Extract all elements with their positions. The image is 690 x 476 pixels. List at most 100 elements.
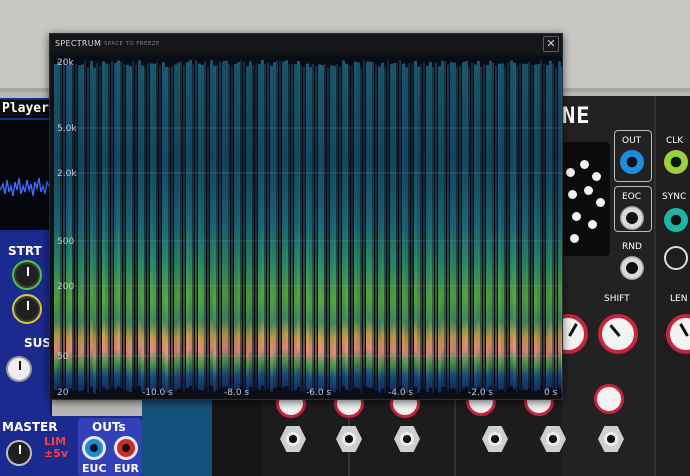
spectrogram-band xyxy=(474,64,477,391)
spectrogram-band xyxy=(366,61,369,388)
spectrogram-band xyxy=(96,63,98,390)
sus-knob[interactable] xyxy=(6,356,32,382)
spectrogram-band xyxy=(306,63,309,390)
spectrogram-band xyxy=(561,66,562,393)
y-axis-label-50: 50 xyxy=(57,352,69,362)
spectrogram-band xyxy=(207,67,209,394)
x-axis-label-2s: -2.0 s xyxy=(468,388,493,398)
spectrogram-band xyxy=(345,63,348,390)
spectrogram-band xyxy=(135,63,137,390)
master-knob[interactable] xyxy=(6,440,32,466)
spectrogram-band xyxy=(453,62,456,389)
sync-loop-button[interactable] xyxy=(664,246,688,270)
clk-jack[interactable] xyxy=(664,150,688,174)
spectrogram-band xyxy=(201,64,204,391)
strt-knob[interactable] xyxy=(14,262,40,288)
display-dot xyxy=(568,190,577,199)
spectrogram-band xyxy=(501,63,504,390)
spectrogram-band xyxy=(399,60,401,387)
spectrogram-band xyxy=(372,62,374,389)
spectrogram-band xyxy=(183,65,185,392)
spectrogram-band xyxy=(486,64,489,391)
spectrogram-band xyxy=(93,67,96,394)
spectrogram-band xyxy=(396,62,398,389)
spectrogram-band xyxy=(318,64,321,391)
spectrogram-band xyxy=(321,65,324,392)
spectrogram-band xyxy=(543,63,545,390)
shift-knob[interactable] xyxy=(598,314,638,354)
spectrogram-band xyxy=(267,62,269,389)
spectrogram-band xyxy=(387,60,389,387)
rnd-jack[interactable] xyxy=(620,256,644,280)
spectrogram-band xyxy=(351,65,353,392)
spectrogram-band xyxy=(552,63,554,390)
euc-output-jack[interactable] xyxy=(82,436,106,460)
spectrogram-band xyxy=(516,66,518,393)
spectrogram-band xyxy=(507,61,509,388)
sync-label: SYNC xyxy=(662,192,687,202)
spectrogram-band xyxy=(276,60,278,387)
spectrogram-band xyxy=(195,60,197,387)
spectrogram-band xyxy=(261,60,264,387)
spectrogram-band xyxy=(492,63,494,390)
player-module-title: Player xyxy=(0,100,50,118)
spectrogram-band xyxy=(300,65,302,392)
eur-output-jack[interactable] xyxy=(114,436,138,460)
spectrogram-band xyxy=(312,63,314,390)
spectrogram-band xyxy=(177,62,180,389)
lim-range-text: ±5v xyxy=(44,447,69,460)
y-axis-label-500: 500 xyxy=(57,237,74,247)
spectrogram-band xyxy=(546,64,549,391)
display-dot xyxy=(588,220,597,229)
spectrogram-band xyxy=(174,64,177,391)
spectrogram-band xyxy=(111,61,113,388)
spectrogram-band xyxy=(120,61,122,388)
spectrogram-band xyxy=(339,67,341,394)
spectrogram-band xyxy=(282,61,285,388)
spectrogram-band xyxy=(390,63,393,390)
spectrogram-band xyxy=(258,63,261,390)
spectrogram-band xyxy=(465,61,468,388)
spectrogram-band xyxy=(87,67,89,394)
spectrogram-band xyxy=(162,62,165,389)
spectrogram-band xyxy=(126,64,129,391)
spectrogram-band xyxy=(462,62,465,389)
clk-label: CLK xyxy=(666,136,684,146)
spectrogram-band xyxy=(264,63,266,390)
spectrogram-band xyxy=(480,66,482,393)
spectrum-header: SPECTRUM SPACE TO FREEZE ✕ xyxy=(50,34,562,54)
spectrogram-band xyxy=(330,65,333,392)
display-dot xyxy=(596,198,605,207)
spectrogram-band xyxy=(75,63,77,390)
spectrogram-band xyxy=(315,66,317,393)
spectrogram-band xyxy=(294,64,297,391)
out-jack[interactable] xyxy=(620,150,644,174)
spectrogram-band xyxy=(219,61,221,388)
strt-mod-knob[interactable] xyxy=(14,296,40,322)
spectrogram-band xyxy=(72,65,74,392)
spectrogram-band xyxy=(147,63,149,390)
spectrogram-band xyxy=(498,63,501,390)
spectrogram-band xyxy=(171,65,173,392)
close-button[interactable]: ✕ xyxy=(543,36,559,52)
shift-label: SHIFT xyxy=(604,294,630,304)
spectrogram-band xyxy=(108,64,110,391)
eoc-jack[interactable] xyxy=(620,206,644,230)
spectrogram-band xyxy=(297,60,300,387)
spectrogram-band xyxy=(81,64,84,391)
spectrogram-band xyxy=(141,65,144,392)
spectrogram-band xyxy=(180,61,182,388)
spectrogram-band xyxy=(381,62,384,389)
spectrogram-band xyxy=(459,66,461,393)
spectrogram-band xyxy=(375,64,377,391)
spectrogram-band xyxy=(159,65,161,392)
spectrogram-band xyxy=(477,60,480,387)
spectrogram-band xyxy=(324,63,326,390)
sync-jack[interactable] xyxy=(664,208,688,232)
spectrogram-band xyxy=(60,63,62,390)
spectrogram-band xyxy=(270,65,273,392)
x-axis-label-6s: -6.0 s xyxy=(306,388,331,398)
mod-knob[interactable] xyxy=(594,384,624,414)
spectrogram-band xyxy=(291,64,293,391)
y-axis-label-2k: 2.0k xyxy=(57,169,77,179)
